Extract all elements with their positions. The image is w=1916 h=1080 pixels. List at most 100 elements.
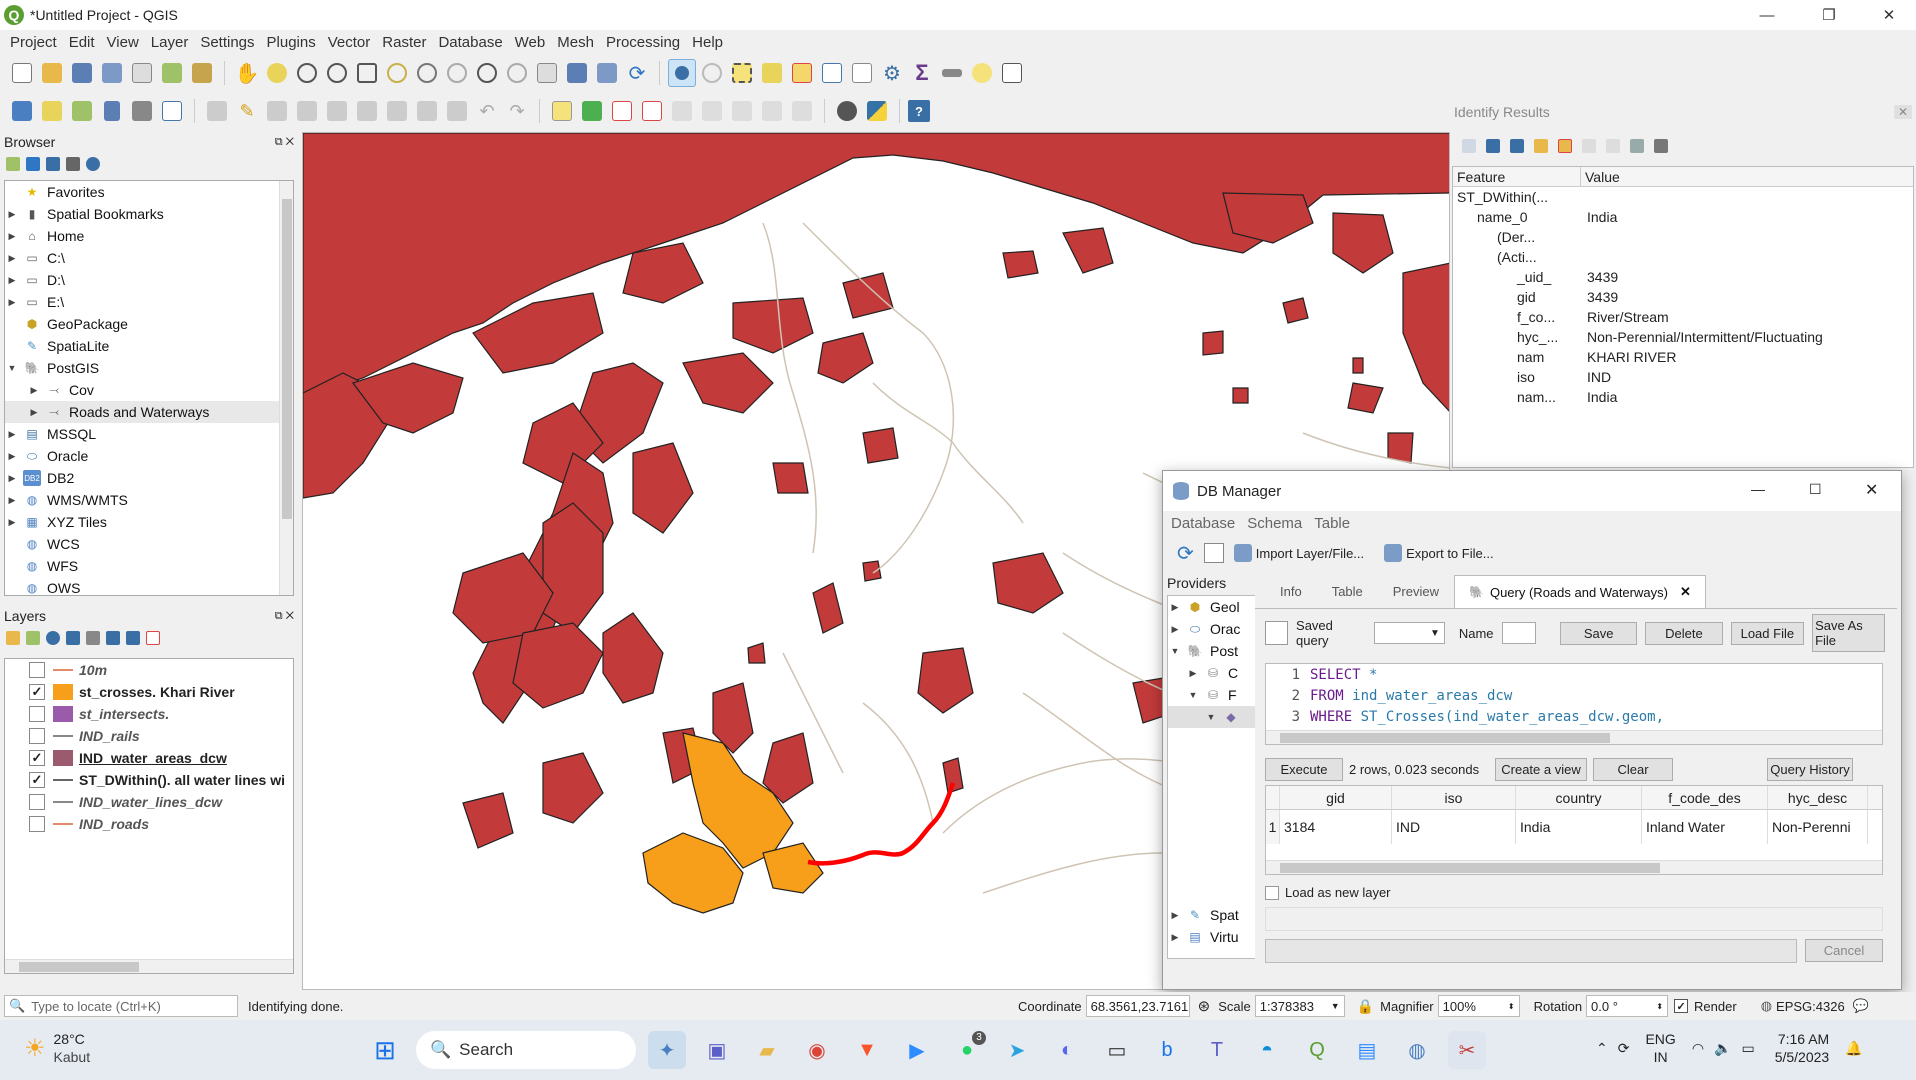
- save-query-button[interactable]: Save: [1560, 621, 1638, 645]
- zoom-out-icon[interactable]: [323, 59, 351, 87]
- load-file-button[interactable]: Load File: [1730, 621, 1805, 645]
- coordinate-field[interactable]: 68.3561,23.7161: [1085, 995, 1190, 1017]
- browser-item-ows[interactable]: ◍ OWS: [5, 577, 293, 595]
- identify-row[interactable]: name_0 India: [1453, 207, 1913, 227]
- identify-row[interactable]: _uid_ 3439: [1453, 267, 1913, 287]
- lock-scale-icon[interactable]: 🔒: [1357, 998, 1374, 1015]
- provider-item[interactable]: ▼ ◆: [1168, 706, 1258, 728]
- filter-icon[interactable]: [46, 157, 60, 171]
- chevron-up-icon[interactable]: ⌃: [1596, 1040, 1608, 1057]
- chrome-icon[interactable]: ◉: [798, 1031, 836, 1069]
- identify-row[interactable]: nam KHARI RIVER: [1453, 347, 1913, 367]
- processing-toolbox-icon[interactable]: ⚙: [878, 59, 906, 87]
- save-edits-icon[interactable]: [263, 97, 291, 125]
- expand-new-icon[interactable]: [1534, 139, 1548, 153]
- restore-button[interactable]: ❐: [1806, 0, 1852, 30]
- copy-icon[interactable]: [413, 97, 441, 125]
- collapse-all-icon[interactable]: [126, 631, 140, 645]
- collapse-tree-icon[interactable]: [1510, 139, 1524, 153]
- import-layer-button[interactable]: Import Layer/File...: [1233, 544, 1364, 562]
- browser-item-db2[interactable]: ▶ DB2 DB2: [5, 467, 293, 489]
- python-console-icon[interactable]: [863, 97, 891, 125]
- results-hscrollbar[interactable]: [1266, 860, 1882, 874]
- new-bookmark-icon[interactable]: [563, 59, 591, 87]
- menu-settings[interactable]: Settings: [194, 34, 260, 51]
- rotate-label-icon[interactable]: [698, 97, 726, 125]
- sql-editor[interactable]: 1 SELECT * 2 FROM ind_water_areas_dcw 3 WHE…: [1265, 663, 1883, 745]
- save-project-icon[interactable]: [68, 59, 96, 87]
- pan-to-selection-icon[interactable]: [263, 59, 291, 87]
- pan-hand-icon[interactable]: ✋: [233, 59, 261, 87]
- expand-all-icon[interactable]: [106, 631, 120, 645]
- export-file-button[interactable]: Export to File...: [1384, 544, 1494, 562]
- label-abc-icon[interactable]: [548, 97, 576, 125]
- panel-close-icon[interactable]: ✕: [1893, 105, 1912, 119]
- saved-query-select[interactable]: ▼: [1373, 622, 1445, 644]
- zoom-app-icon[interactable]: ▶: [898, 1031, 936, 1069]
- menu-web[interactable]: Web: [509, 34, 552, 51]
- globe-app-icon[interactable]: ◍: [1398, 1031, 1436, 1069]
- add-group-icon[interactable]: [26, 631, 40, 645]
- layers-hscrollbar[interactable]: [5, 959, 293, 973]
- browser-scrollbar[interactable]: [279, 181, 293, 595]
- edge-icon[interactable]: ◓: [1248, 1031, 1286, 1069]
- identify-row[interactable]: iso IND: [1453, 367, 1913, 387]
- tab-info[interactable]: Info: [1265, 575, 1317, 608]
- layer-checkbox[interactable]: [29, 816, 45, 832]
- menu-project[interactable]: Project: [4, 34, 63, 51]
- layout-manager-icon[interactable]: [158, 59, 186, 87]
- provider-item[interactable]: ▼ 🐘 Post: [1168, 640, 1258, 662]
- redo-icon[interactable]: ↷: [503, 97, 531, 125]
- weather-widget[interactable]: ☀ 28°C Kabut: [24, 1030, 90, 1066]
- menu-help[interactable]: Help: [686, 34, 729, 51]
- undo-icon[interactable]: ↶: [473, 97, 501, 125]
- measure-icon[interactable]: [938, 59, 966, 87]
- panel-close-icon[interactable]: ⧉ ✕: [275, 136, 294, 149]
- load-as-layer-row[interactable]: Load as new layer: [1265, 885, 1391, 900]
- toggle-editing-icon[interactable]: ✎: [233, 97, 261, 125]
- add-selected-icon[interactable]: [6, 157, 20, 171]
- menu-database[interactable]: Database: [432, 34, 508, 51]
- browser-item-home[interactable]: ▶ ⌂ Home: [5, 225, 293, 247]
- scale-combo[interactable]: 1:378383 ▼: [1254, 995, 1345, 1017]
- layer-checkbox[interactable]: ✓: [29, 684, 45, 700]
- browser-item-d-drive[interactable]: ▶ ▭ D:\: [5, 269, 293, 291]
- cancel-button[interactable]: Cancel: [1805, 939, 1883, 962]
- browser-item-bookmarks[interactable]: ▶ ▮ Spatial Bookmarks: [5, 203, 293, 225]
- messages-icon[interactable]: 💬: [1853, 998, 1869, 1014]
- copy-feature-icon[interactable]: [1582, 139, 1596, 153]
- identify-row[interactable]: f_co... River/Stream: [1453, 307, 1913, 327]
- dbm-menu-database[interactable]: Database: [1171, 515, 1235, 532]
- layer-item[interactable]: ✓ st_crosses. Khari River: [5, 681, 293, 703]
- close-button[interactable]: ✕: [1866, 0, 1912, 30]
- provider-item[interactable]: ▼ ⛁ F: [1168, 684, 1258, 706]
- browser-item-spatialite[interactable]: ✎ SpatiaLite: [5, 335, 293, 357]
- remove-layer-icon[interactable]: [146, 631, 160, 645]
- open-project-icon[interactable]: [38, 59, 66, 87]
- layer-checkbox[interactable]: [29, 728, 45, 744]
- discord-icon[interactable]: ◐: [1048, 1031, 1086, 1069]
- browser-item-wms[interactable]: ▶ ◍ WMS/WMTS: [5, 489, 293, 511]
- identify-features-icon[interactable]: [668, 59, 696, 87]
- attribute-table-icon[interactable]: [818, 59, 846, 87]
- sync-icon[interactable]: ⟳: [1618, 1040, 1630, 1057]
- windows-start-icon[interactable]: ⊞: [366, 1031, 404, 1069]
- browser-item-postgis[interactable]: ▼ 🐘 PostGIS: [5, 357, 293, 379]
- telegram-icon[interactable]: ➤: [998, 1031, 1036, 1069]
- vertex-tool-icon[interactable]: [323, 97, 351, 125]
- new-geopackage-icon[interactable]: [38, 97, 66, 125]
- execute-button[interactable]: Execute: [1265, 757, 1343, 781]
- plugin-tool-icon[interactable]: [833, 97, 861, 125]
- layer-item[interactable]: st_intersects.: [5, 703, 293, 725]
- magnifier-spinbox[interactable]: 100% ⬍: [1437, 995, 1520, 1017]
- layer-checkbox[interactable]: ✓: [29, 772, 45, 788]
- browser-item-cov[interactable]: ▶ ⤙ Cov: [5, 379, 293, 401]
- result-row[interactable]: 1 3184 IND India Inland Water Non-Perenn…: [1266, 810, 1882, 844]
- sql-window-icon[interactable]: [1203, 543, 1224, 563]
- delete-selected-icon[interactable]: [353, 97, 381, 125]
- layer-item[interactable]: 10m: [5, 659, 293, 681]
- snipping-tool-icon[interactable]: ✂: [1448, 1031, 1486, 1069]
- style-manager-icon[interactable]: [188, 59, 216, 87]
- identify-row[interactable]: nam... India: [1453, 387, 1913, 407]
- layer-item[interactable]: ✓ IND_water_areas_dcw: [5, 747, 293, 769]
